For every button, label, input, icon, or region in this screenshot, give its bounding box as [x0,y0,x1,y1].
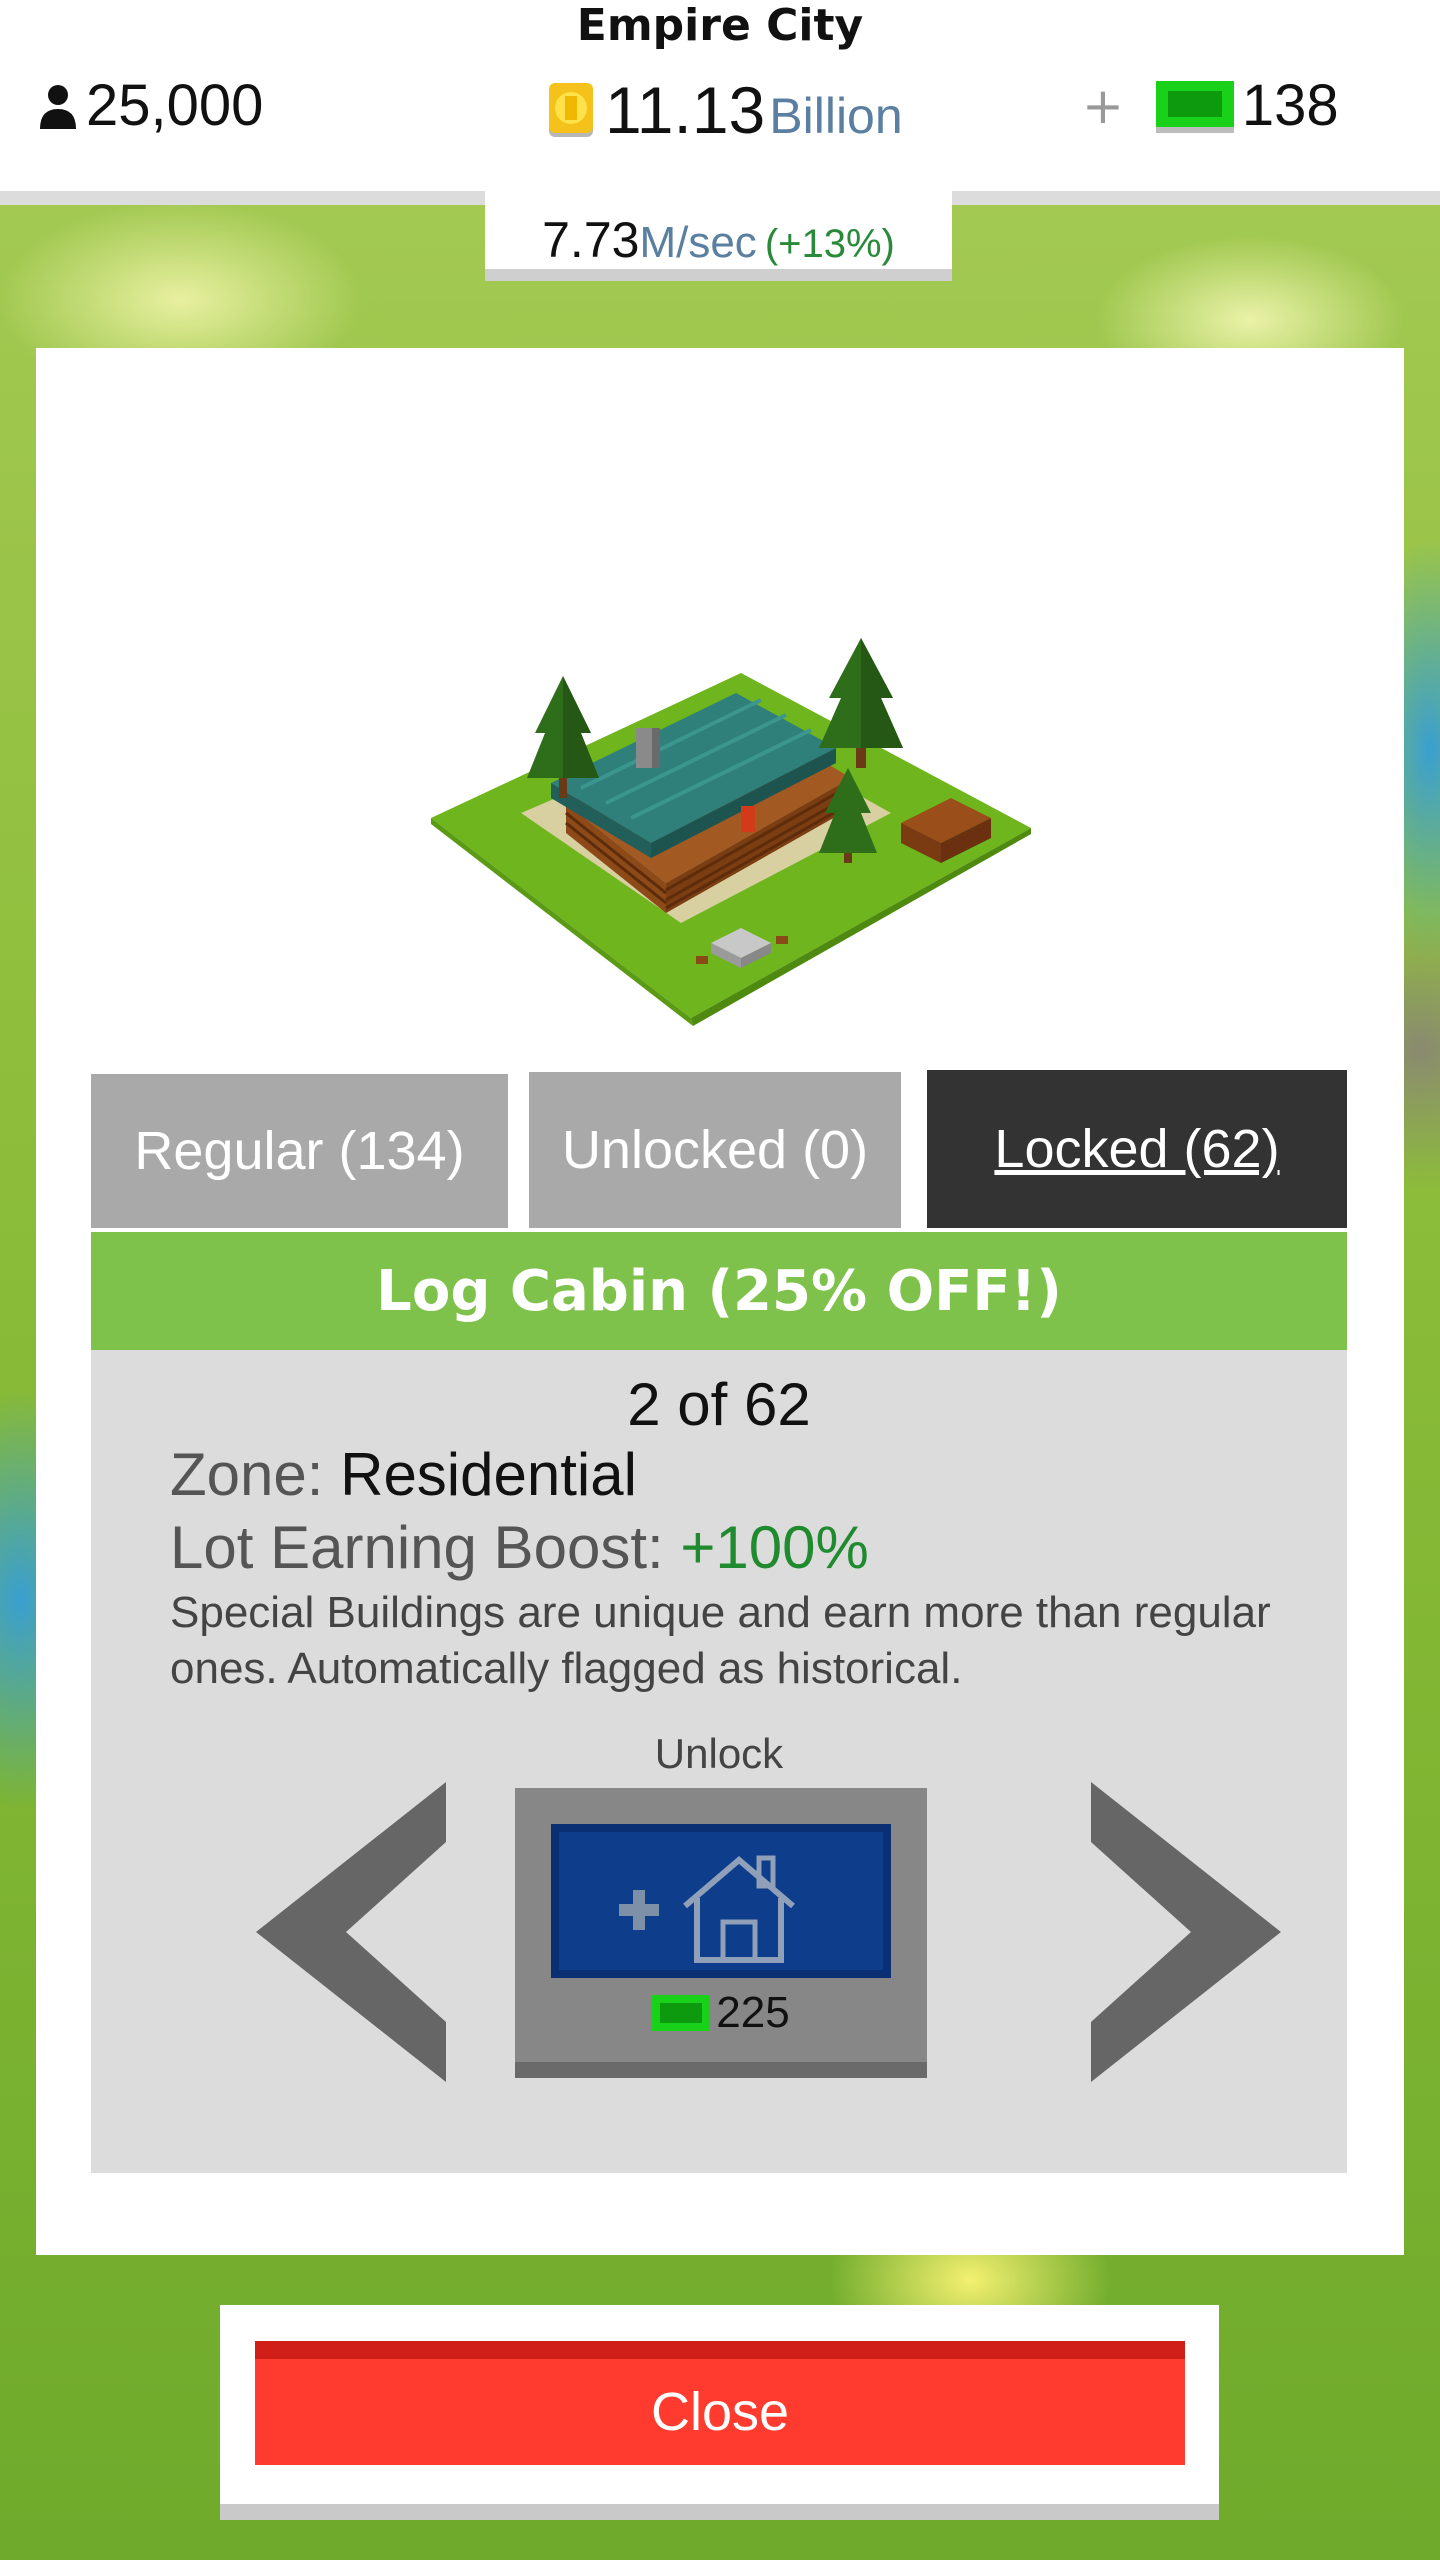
income-rate-tab: 7.73M/sec (+13%) [485,191,952,281]
plus-icon[interactable]: + [1082,77,1124,135]
population-value: 25,000 [86,73,264,138]
cash-icon [1155,80,1234,133]
coin-icon [549,83,593,137]
zone-row: Zone: Residential [170,1440,637,1509]
money-display: 11.13 Billion [543,72,903,148]
person-icon [40,84,76,129]
building-description: Special Buildings are unique and earn mo… [170,1588,1271,1693]
chevron-left-icon[interactable] [256,1782,456,2082]
top-bar: Empire City 25,000 11.13 Billion + 138 [0,0,1440,205]
rate-value: 7.73 [542,212,640,268]
rate-percent: (+13%) [764,222,895,266]
cash-value: 138 [1241,73,1339,138]
building-panel: Regular (134) Unlocked (0) Locked (62) L… [36,348,1404,2255]
building-title: Log Cabin (25% OFF!) [91,1232,1347,1350]
building-counter: 2 of 62 [627,1371,811,1438]
unlock-price: 225 [515,1988,927,2038]
money-unit: Billion [769,88,903,144]
cash-display[interactable]: + 138 [1082,72,1339,139]
cash-icon [652,1995,711,2031]
tab-locked[interactable]: Locked (62) [927,1070,1347,1228]
chevron-right-icon[interactable] [1081,1782,1281,2082]
rate-unit: M/sec [639,218,757,267]
unlock-price-value: 225 [716,1988,790,2037]
building-info: 2 of 62 Zone: Residential Lot Earning Bo… [91,1350,1347,2173]
tab-regular[interactable]: Regular (134) [91,1074,508,1228]
zone-value: Residential [340,1441,637,1508]
category-tabs: Regular (134) Unlocked (0) Locked (62) [91,1070,1347,1228]
close-button[interactable]: Close [255,2341,1185,2465]
boost-row: Lot Earning Boost: +100% [170,1513,869,1582]
city-name[interactable]: Empire City [0,0,1440,51]
boost-label: Lot Earning Boost: [170,1514,664,1581]
population-display: 25,000 [38,72,263,139]
add-house-icon [619,1855,795,1963]
zone-label: Zone: [170,1441,324,1508]
unlock-label: Unlock [654,1730,784,1777]
boost-value: +100% [680,1514,869,1581]
log-cabin-preview [431,638,1031,1026]
money-value: 11.13 [605,73,766,147]
close-button-container: Close [220,2305,1219,2520]
tab-unlocked[interactable]: Unlocked (0) [529,1072,901,1228]
unlock-button-face[interactable] [551,1824,891,1978]
unlock-button[interactable]: 225 [515,1788,927,2078]
